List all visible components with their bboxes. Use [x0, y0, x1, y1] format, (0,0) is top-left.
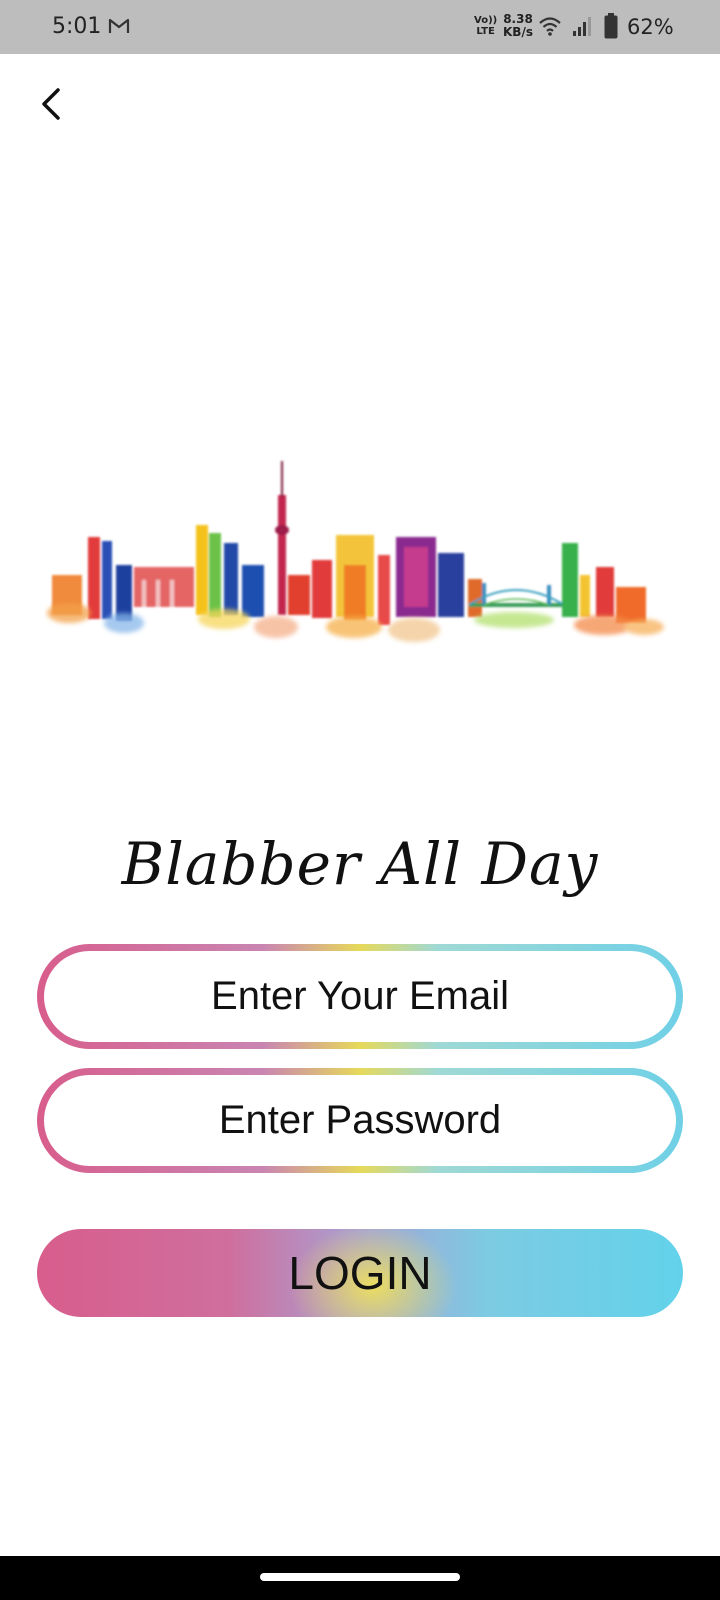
email-input[interactable]: [73, 973, 647, 1020]
password-field-container: [37, 1068, 683, 1173]
signal-icon: [573, 17, 591, 36]
password-field-inner: [44, 1075, 676, 1166]
password-input[interactable]: [73, 1097, 647, 1144]
app-title: Blabber All Day: [121, 830, 599, 898]
speed-unit: KB/s: [503, 25, 533, 39]
email-field-container: [37, 944, 683, 1049]
wifi-icon: [539, 17, 561, 36]
back-button[interactable]: [30, 82, 74, 126]
home-indicator[interactable]: [260, 1573, 460, 1581]
back-arrow-icon: [42, 88, 60, 120]
battery-icon: [604, 13, 618, 39]
navigation-bar: [0, 1556, 720, 1600]
login-button[interactable]: LOGIN: [37, 1229, 683, 1317]
network-speed: 8.38 KB/s: [503, 13, 533, 39]
gmail-icon: [108, 18, 130, 33]
status-bar: 5:01 Vo)) LTE 8.38 KB/s 62%: [0, 0, 720, 54]
volte-top: Vo)): [474, 15, 498, 26]
email-field-inner: [44, 951, 676, 1042]
status-time: 5:01: [52, 14, 102, 39]
volte-bottom: LTE: [476, 26, 495, 37]
volte-indicator: Vo)) LTE: [474, 15, 497, 37]
battery-percentage: 62%: [627, 15, 674, 39]
skyline-illustration: [47, 461, 664, 642]
